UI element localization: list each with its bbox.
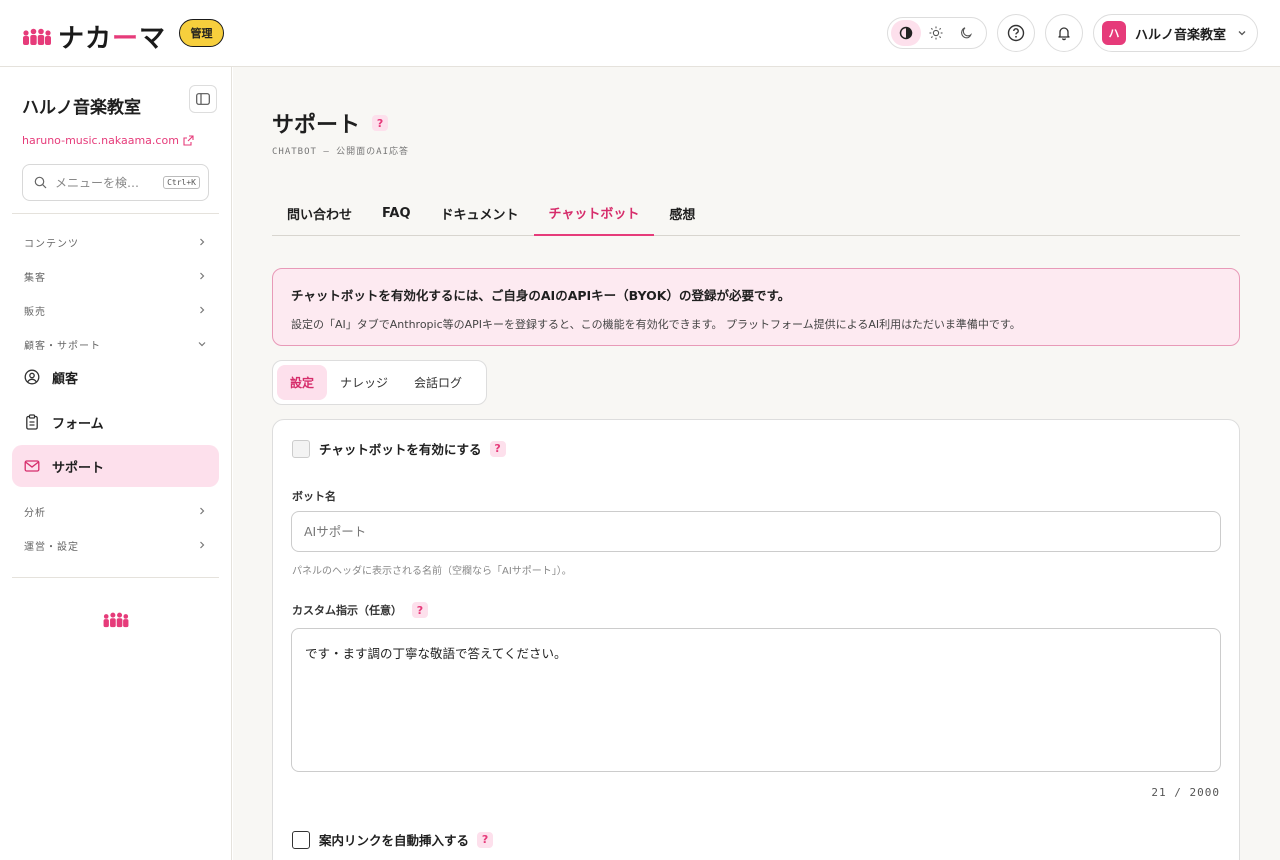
help-icon[interactable]: ?	[412, 602, 428, 618]
sidebar-item-label: フォーム	[52, 416, 104, 432]
bot-name-label-text: ボット名	[292, 490, 336, 503]
category-label: 集客	[24, 272, 46, 284]
external-link-icon	[183, 135, 194, 146]
sidebar: ハルノ音楽教室 haruno-music.nakaama.com メニューを検……	[0, 67, 232, 860]
menu-search-placeholder: メニューを検…	[55, 176, 140, 190]
people-logo-icon	[23, 28, 51, 45]
category-label: 顧客・サポート	[24, 340, 101, 352]
subtab-knowledge[interactable]: ナレッジ	[327, 365, 401, 400]
auto-link-checkbox[interactable]	[292, 830, 310, 849]
bell-icon	[1058, 27, 1070, 41]
chevron-right-icon	[200, 272, 205, 280]
chevron-right-icon	[200, 306, 205, 314]
chevron-right-icon	[200, 507, 205, 515]
auto-link-row: 案内リンクを自動挿入する ?	[292, 830, 494, 849]
contrast-theme-button[interactable]	[891, 20, 921, 46]
sidebar-category-customer-support[interactable]: 顧客・サポート	[12, 331, 219, 357]
tenant-switcher[interactable]: ハ ハルノ音楽教室	[1093, 14, 1258, 52]
subtab-conversation-log[interactable]: 会話ログ	[401, 365, 475, 400]
tab-faq[interactable]: FAQ	[367, 191, 426, 236]
custom-instruction-label-text: カスタム指示（任意）	[292, 604, 402, 617]
question-circle-icon	[1007, 24, 1025, 42]
theme-switcher	[887, 17, 987, 49]
chevron-right-icon	[200, 238, 205, 246]
bot-name-input[interactable]	[291, 511, 1221, 552]
category-label: コンテンツ	[24, 238, 79, 250]
menu-search[interactable]: メニューを検… Ctrl+K	[22, 164, 209, 201]
brand-logo[interactable]: ナカーマ	[22, 18, 166, 55]
enable-chatbot-row: チャットボットを有効にする ?	[292, 439, 506, 458]
contrast-icon	[899, 26, 913, 40]
chevron-right-icon	[200, 541, 205, 549]
alert-title: チャットボットを有効化するには、ご自身のAIのAPIキー（BYOK）の登録が必要…	[291, 288, 791, 303]
notifications-button[interactable]	[1045, 14, 1083, 52]
mail-icon	[24, 460, 40, 472]
enable-chatbot-label: チャットボットを有効にする	[319, 442, 482, 457]
tab-documents[interactable]: ドキュメント	[426, 191, 534, 236]
sidebar-collapse-button[interactable]	[189, 85, 217, 113]
alert-body: 設定の「AI」タブでAnthropic等のAPIキーを登録すると、この機能を有効…	[291, 318, 1021, 331]
sidebar-item-support[interactable]: サポート	[12, 445, 219, 487]
sun-icon	[929, 26, 943, 40]
page-title-text: サポート	[272, 113, 361, 138]
enable-chatbot-checkbox[interactable]	[292, 439, 310, 458]
tab-chatbot[interactable]: チャットボット	[533, 191, 655, 236]
help-icon[interactable]: ?	[372, 115, 389, 131]
clipboard-icon	[26, 414, 38, 430]
sidebar-divider	[12, 577, 219, 578]
category-label: 運営・設定	[24, 541, 79, 553]
page-subtitle: CHATBOT — 公開面のAI応答	[272, 147, 410, 157]
chevron-down-icon	[1238, 31, 1246, 36]
support-tabs: 問い合わせ FAQ ドキュメント チャットボット 感想	[272, 191, 1240, 236]
sidebar-category-operations[interactable]: 運営・設定	[12, 532, 219, 558]
tab-inquiries[interactable]: 問い合わせ	[272, 191, 367, 236]
sidebar-site-title: ハルノ音楽教室	[22, 98, 141, 118]
sidebar-item-forms[interactable]: フォーム	[12, 401, 219, 443]
sidebar-item-label: サポート	[52, 460, 105, 476]
chatbot-subtabs: 設定 ナレッジ 会話ログ	[272, 360, 487, 405]
search-icon	[34, 176, 47, 189]
sidebar-category-sales[interactable]: 販売	[12, 297, 219, 323]
main-content: サポート ? CHATBOT — 公開面のAI応答 問い合わせ FAQ ドキュメ…	[233, 67, 1280, 860]
char-counter: 21 / 2000	[1151, 786, 1220, 799]
subtab-settings[interactable]: 設定	[277, 365, 328, 400]
search-shortcut-key: Ctrl+K	[163, 176, 200, 189]
tenant-name: ハルノ音楽教室	[1135, 27, 1227, 43]
help-icon[interactable]: ?	[489, 440, 506, 457]
byok-alert: チャットボットを有効化するには、ご自身のAIのAPIキー（BYOK）の登録が必要…	[272, 268, 1240, 346]
sidebar-item-label: 顧客	[52, 371, 79, 387]
sidebar-divider	[12, 213, 219, 214]
sidebar-category-content[interactable]: コンテンツ	[12, 229, 219, 255]
help-button[interactable]	[997, 14, 1035, 52]
category-label: 販売	[24, 306, 46, 318]
sidebar-category-analytics[interactable]: 分析	[12, 498, 219, 524]
auto-link-label: 案内リンクを自動挿入する	[319, 833, 470, 848]
bot-name-label: ボット名	[292, 488, 336, 504]
user-circle-icon	[24, 369, 40, 385]
sidebar-toggle-icon	[196, 93, 210, 105]
custom-instruction-label: カスタム指示（任意） ?	[292, 602, 428, 618]
sidebar-item-customers[interactable]: 顧客	[12, 356, 219, 398]
chatbot-settings-card: チャットボットを有効にする ? ボット名 パネルのヘッダに表示される名前（空欄な…	[272, 419, 1240, 860]
brand-name: ナカーマ	[58, 24, 167, 54]
tenant-avatar: ハ	[1102, 21, 1126, 45]
help-icon[interactable]: ?	[477, 831, 494, 848]
custom-instruction-textarea[interactable]: です・ます調の丁寧な敬語で答えてください。	[291, 628, 1221, 772]
bot-name-hint: パネルのヘッダに表示される名前（空欄なら「AIサポート」）。	[292, 566, 572, 577]
page-title: サポート ?	[272, 107, 389, 139]
people-logo-icon	[103, 612, 129, 628]
top-header: ナカーマ 管理 ハ ハルノ音楽教室	[0, 0, 1280, 67]
site-url-link[interactable]: haruno-music.nakaama.com	[22, 134, 194, 147]
site-url-text: haruno-music.nakaama.com	[22, 134, 179, 147]
sidebar-category-marketing[interactable]: 集客	[12, 263, 219, 289]
category-label: 分析	[24, 507, 46, 519]
light-theme-button[interactable]	[921, 20, 951, 46]
tab-feedback[interactable]: 感想	[654, 191, 710, 236]
moon-icon	[961, 27, 972, 39]
chevron-down-icon	[198, 342, 206, 347]
dark-theme-button[interactable]	[951, 20, 981, 46]
admin-badge: 管理	[179, 19, 224, 47]
